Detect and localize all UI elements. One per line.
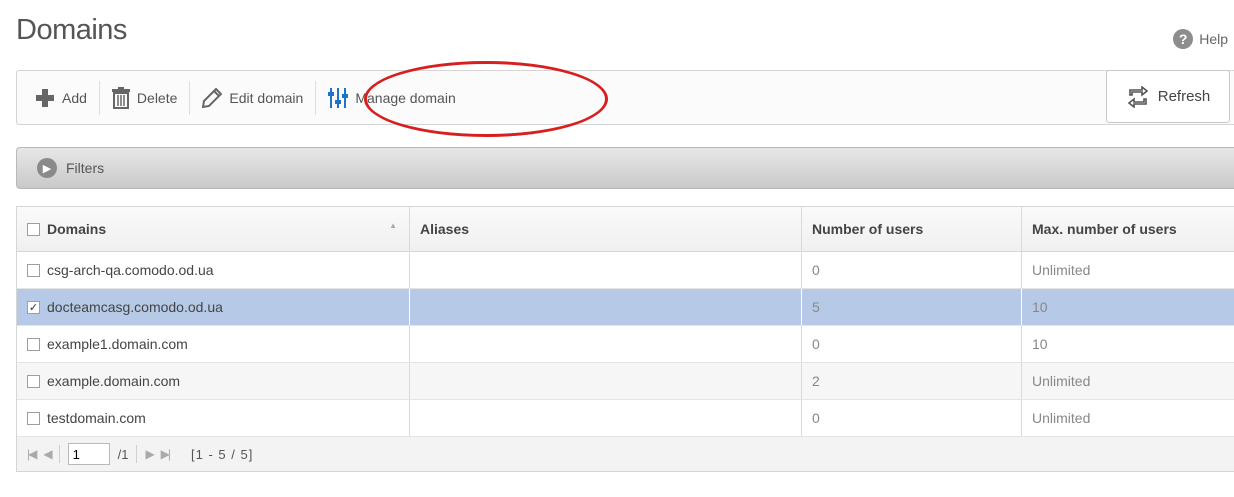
header-aliases[interactable]: Aliases [410,207,802,251]
row-checkbox[interactable] [27,337,40,351]
help-label: Help [1199,31,1228,47]
row-checkbox-checked[interactable]: ✓ [27,300,40,314]
domain-name: docteamcasg.comodo.od.ua [47,299,223,315]
table-row[interactable]: csg-arch-qa.comodo.od.ua 0 Unlimited [17,252,1234,289]
pager-divider [58,445,60,463]
delete-label: Delete [136,90,178,106]
domains-table: Domains ▲ Aliases Number of users Max. n… [16,206,1234,472]
table-header: Domains ▲ Aliases Number of users Max. n… [17,207,1234,252]
header-users-label: Number of users [812,221,924,237]
row-checkbox[interactable] [27,411,40,425]
refresh-button[interactable]: Refresh [1106,70,1230,123]
domain-cell: csg-arch-qa.comodo.od.ua [17,252,410,288]
page-number-input[interactable] [67,443,110,465]
users-cell: 0 [802,400,1022,436]
row-checkbox[interactable] [27,263,40,277]
pencil-icon [202,88,223,108]
domain-name: csg-arch-qa.comodo.od.ua [47,262,214,278]
table-row[interactable]: example.domain.com 2 Unlimited [17,363,1234,400]
users-cell: 0 [802,252,1022,288]
aliases-cell [410,252,802,288]
manage-domain-button[interactable]: Manage domain [316,81,467,115]
next-page-icon[interactable]: ▶ [145,447,154,461]
max-users-cell: Unlimited [1032,373,1091,389]
page-title: Domains [16,14,127,46]
users-cell: 2 [802,363,1022,399]
domain-name: example.domain.com [47,373,181,389]
select-all-checkbox[interactable] [27,222,40,236]
domain-cell: example.domain.com [17,363,410,399]
domain-cell: testdomain.com [17,400,410,436]
manage-domain-label: Manage domain [355,90,456,106]
add-button[interactable]: Add [23,81,100,115]
sliders-icon [328,88,349,108]
sort-ascending-icon: ▲ [389,221,397,230]
delete-button[interactable]: Delete [100,81,191,115]
users-cell: 0 [802,326,1022,362]
record-range-label: [1 - 5 / 5] [191,446,254,462]
edit-domain-label: Edit domain [229,90,304,106]
header-max-number-of-users[interactable]: Max. number of users [1022,207,1234,251]
aliases-cell [410,363,802,399]
header-number-of-users[interactable]: Number of users [802,207,1022,251]
help-link[interactable]: ? Help [1173,29,1228,49]
domain-cell: ✓ docteamcasg.comodo.od.ua [17,289,410,325]
chevron-right-icon: ▶ [37,158,57,178]
header-domains[interactable]: Domains ▲ [17,207,410,251]
toolbar: Add Delete Edit domain Manage domain [16,70,1234,125]
header-domains-label: Domains [47,221,107,237]
table-row-selected[interactable]: ✓ docteamcasg.comodo.od.ua 5 10 [17,289,1234,326]
refresh-icon [1127,85,1149,108]
max-users-cell: Unlimited [1032,410,1091,426]
last-page-icon[interactable]: ▶| [161,447,171,461]
plus-icon [36,89,54,107]
filters-label: Filters [66,160,105,176]
table-row[interactable]: example1.domain.com 0 10 [17,326,1234,363]
users-cell: 5 [802,289,1022,325]
filters-bar[interactable]: ▶ Filters [16,147,1234,189]
edit-domain-button[interactable]: Edit domain [190,81,317,115]
max-users-cell: 10 [1032,299,1048,315]
header-max-users-label: Max. number of users [1032,221,1177,237]
refresh-label: Refresh [1157,88,1211,105]
domain-cell: example1.domain.com [17,326,410,362]
help-icon: ? [1173,29,1194,49]
max-users-cell: 10 [1032,336,1048,352]
toolbar-buttons: Add Delete Edit domain Manage domain [23,81,468,115]
aliases-cell [410,289,802,325]
pager-divider [136,445,138,463]
aliases-cell [410,326,802,362]
trash-icon [111,87,130,109]
row-checkbox[interactable] [27,374,40,388]
table-row[interactable]: testdomain.com 0 Unlimited [17,400,1234,437]
previous-page-icon[interactable]: ◀ [43,447,52,461]
first-page-icon[interactable]: |◀ [27,447,37,461]
total-pages-label: /1 [117,446,129,462]
domain-name: testdomain.com [47,410,146,426]
domain-name: example1.domain.com [47,336,188,352]
pagination-bar: |◀ ◀ /1 ▶ ▶| [1 - 5 / 5] [17,437,1234,471]
header-aliases-label: Aliases [420,221,470,237]
add-label: Add [62,90,87,106]
max-users-cell: Unlimited [1032,262,1091,278]
aliases-cell [410,400,802,436]
